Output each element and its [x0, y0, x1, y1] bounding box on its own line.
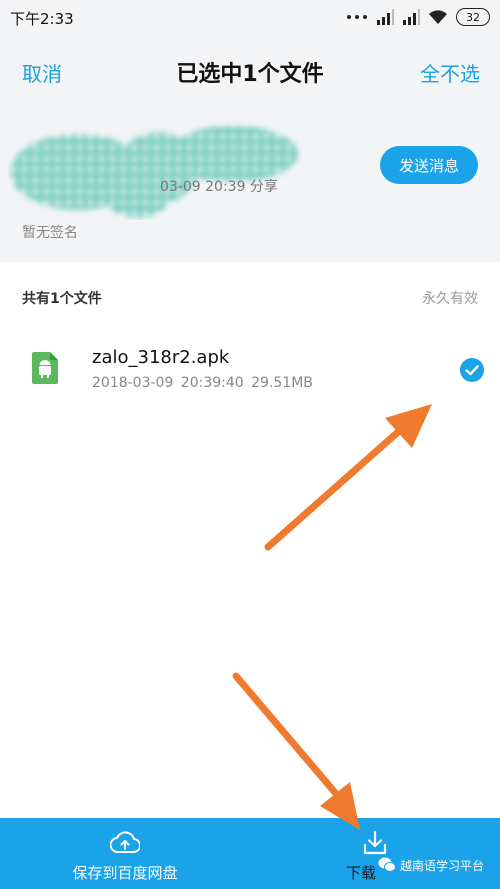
share-time: 03-09 20:39 分享 — [160, 179, 278, 195]
dots-icon — [347, 15, 367, 19]
header: 取消 已选中1个文件 全不选 — [0, 48, 500, 98]
file-name: zalo_318r2.apk — [92, 347, 230, 368]
download-button[interactable]: 下载 — [250, 818, 500, 889]
signal-icon — [403, 9, 420, 25]
save-to-cloud-button[interactable]: 保存到百度网盘 — [0, 818, 250, 889]
file-meta: 2018-03-09 20:39:40 29.51MB — [92, 375, 313, 391]
validity-label: 永久有效 — [422, 291, 478, 307]
save-label: 保存到百度网盘 — [72, 864, 178, 882]
checked-icon[interactable] — [460, 358, 484, 382]
sender-card: 03-09 20:39 分享 发送消息 暂无签名 — [0, 110, 500, 260]
cloud-upload-icon — [110, 831, 140, 853]
file-item[interactable]: zalo_318r2.apk 2018-03-09 20:39:40 29.51… — [0, 338, 500, 408]
file-list-section: 共有1个文件 永久有效 zalo_318r2.apk 2018-03-09 20… — [0, 262, 500, 818]
redacted-sender-name — [10, 126, 298, 218]
signal-icon — [377, 9, 394, 25]
send-message-button[interactable]: 发送消息 — [380, 146, 478, 184]
android-file-icon — [32, 352, 58, 384]
battery-icon: 32 — [456, 8, 490, 26]
download-icon — [363, 830, 387, 855]
file-count: 共有1个文件 — [22, 291, 102, 307]
bottom-action-bar: 保存到百度网盘 下载 — [0, 818, 500, 889]
wechat-icon — [378, 857, 396, 872]
status-bar: 下午2:33 32 — [0, 0, 500, 36]
watermark: 越南语学习平台 — [378, 856, 484, 874]
status-icons: 32 — [346, 7, 490, 27]
deselect-all-button[interactable]: 全不选 — [420, 58, 480, 87]
wifi-icon — [429, 10, 447, 24]
signature-text: 暂无签名 — [22, 225, 78, 241]
status-time: 下午2:33 — [10, 10, 74, 28]
watermark-text: 越南语学习平台 — [399, 858, 484, 873]
